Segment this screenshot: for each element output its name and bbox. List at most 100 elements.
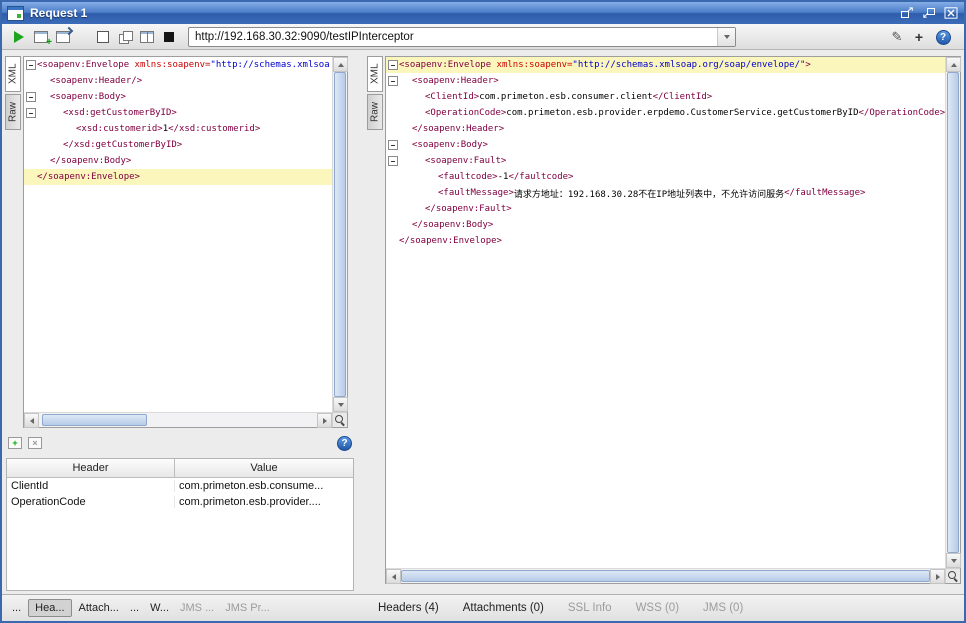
inspector-tab-hea[interactable]: Hea... — [28, 599, 71, 617]
header-row[interactable]: ClientIdcom.primeton.esb.consume... — [7, 478, 353, 494]
fold-toggle-icon[interactable] — [26, 60, 36, 70]
xml-line[interactable]: </soapenv:Body> — [386, 217, 945, 233]
request-xml-content[interactable]: <soapenv:Envelope xmlns:soapenv="http://… — [24, 57, 332, 412]
request-icon-bar — [8, 7, 23, 10]
zoom-editor-button[interactable] — [945, 568, 960, 583]
response-horizontal-scrollbar[interactable] — [386, 568, 945, 583]
response-xml-content[interactable]: <soapenv:Envelope xmlns:soapenv="http://… — [386, 57, 945, 568]
help-button[interactable]: ? — [934, 28, 952, 46]
title-buttons — [899, 6, 959, 20]
inspector-tab-w[interactable]: W... — [146, 600, 173, 616]
response-vertical-scrollbar[interactable] — [945, 57, 960, 568]
fold-toggle-icon[interactable] — [388, 156, 398, 166]
tab-request-xml[interactable]: XML — [5, 56, 21, 92]
xml-line[interactable]: </soapenv:Header> — [386, 121, 945, 137]
scrollbar-thumb[interactable] — [334, 72, 346, 397]
fold-toggle-icon[interactable] — [388, 140, 398, 150]
xml-line[interactable]: </soapenv:Fault> — [386, 201, 945, 217]
chevron-down-icon[interactable] — [717, 28, 735, 46]
fold-toggle-icon[interactable] — [388, 76, 398, 86]
tab-request-raw[interactable]: Raw — [5, 94, 21, 130]
panel-splitter[interactable] — [358, 50, 366, 594]
request-xml-editor[interactable]: <soapenv:Envelope xmlns:soapenv="http://… — [23, 56, 348, 428]
request-window: Request 1 http://192.168.30.32:9090/test… — [0, 0, 966, 623]
maximize-icon — [922, 7, 936, 19]
fold-toggle-icon[interactable] — [26, 108, 36, 118]
remove-header-button[interactable]: × — [28, 437, 42, 449]
submit-button[interactable] — [10, 28, 28, 46]
xml-line[interactable]: <faultcode>-1</faultcode> — [386, 169, 945, 185]
column-header[interactable]: Value — [175, 459, 353, 477]
add-endpoint-button[interactable]: + — [910, 28, 928, 46]
scrollbar-thumb[interactable] — [947, 72, 959, 553]
inspector-tab-more[interactable]: ... — [126, 600, 143, 616]
inspector-tab-attachments-0[interactable]: Attachments (0) — [459, 600, 548, 616]
header-row[interactable]: OperationCodecom.primeton.esb.provider..… — [7, 494, 353, 510]
maximize-button[interactable] — [921, 6, 937, 20]
fold-gutter — [24, 92, 37, 102]
create-empty-button[interactable] — [94, 28, 112, 46]
clone-request-button[interactable] — [54, 28, 72, 46]
edit-endpoint-button[interactable]: ✎ — [888, 28, 906, 46]
split-window-icon — [140, 31, 154, 43]
xml-line[interactable]: </soapenv:Envelope> — [386, 233, 945, 249]
xml-line[interactable]: <OperationCode>com.primeton.esb.provider… — [386, 105, 945, 121]
help-button[interactable]: ? — [337, 436, 352, 451]
xml-line[interactable]: <faultMessage>请求方地址：192.168.30.28不在IP地址列… — [386, 185, 945, 201]
response-xml-editor[interactable]: <soapenv:Envelope xmlns:soapenv="http://… — [385, 56, 961, 584]
scroll-right-button[interactable] — [930, 569, 945, 584]
scroll-up-button[interactable] — [946, 57, 961, 72]
xml-line[interactable]: <soapenv:Fault> — [386, 153, 945, 169]
xml-line[interactable]: <soapenv:Body> — [386, 137, 945, 153]
scroll-up-button[interactable] — [333, 57, 348, 72]
fold-gutter — [386, 140, 399, 150]
inspector-tab-headers-4[interactable]: Headers (4) — [374, 600, 443, 616]
header-name-cell[interactable]: ClientId — [7, 480, 175, 492]
header-name-cell[interactable]: OperationCode — [7, 496, 175, 508]
fold-gutter — [24, 60, 37, 70]
title-bar[interactable]: Request 1 — [2, 2, 964, 24]
xml-token-tag: <soapenv:Envelope — [399, 60, 497, 70]
xml-line[interactable]: <soapenv:Header/> — [24, 73, 332, 89]
fold-toggle-icon[interactable] — [26, 92, 36, 102]
up-triangle-icon — [338, 63, 344, 67]
xml-line[interactable]: </xsd:getCustomerByID> — [24, 137, 332, 153]
add-to-testcase-button[interactable] — [32, 28, 50, 46]
undock-button[interactable] — [899, 6, 915, 20]
split-window-button[interactable] — [138, 28, 156, 46]
column-header[interactable]: Header — [7, 459, 175, 477]
scroll-left-button[interactable] — [24, 413, 39, 428]
scrollbar-thumb[interactable] — [401, 570, 930, 582]
xml-line[interactable]: <xsd:customerid>1</xsd:customerid> — [24, 121, 332, 137]
xml-line[interactable]: <soapenv:Header> — [386, 73, 945, 89]
fold-gutter — [386, 60, 399, 70]
fold-gutter — [386, 156, 399, 166]
header-value-cell[interactable]: com.primeton.esb.provider.... — [175, 496, 353, 508]
xml-line[interactable]: <soapenv:Envelope xmlns:soapenv="http://… — [24, 57, 332, 73]
tab-response-xml[interactable]: XML — [367, 56, 383, 92]
cancel-request-button[interactable] — [160, 28, 178, 46]
request-vertical-scrollbar[interactable] — [332, 57, 347, 412]
scroll-down-button[interactable] — [333, 397, 348, 412]
add-header-button[interactable]: + — [8, 437, 22, 449]
scroll-down-button[interactable] — [946, 553, 961, 568]
request-horizontal-scrollbar[interactable] — [24, 412, 332, 427]
zoom-editor-button[interactable] — [332, 412, 347, 427]
xml-line[interactable]: </soapenv:Envelope> — [24, 169, 332, 185]
tab-response-raw[interactable]: Raw — [367, 94, 383, 130]
close-button[interactable] — [943, 6, 959, 20]
scroll-right-button[interactable] — [317, 413, 332, 428]
header-value-cell[interactable]: com.primeton.esb.consume... — [175, 480, 353, 492]
scrollbar-thumb[interactable] — [42, 414, 147, 426]
copy-button[interactable] — [116, 28, 134, 46]
xml-line[interactable]: <xsd:getCustomerByID> — [24, 105, 332, 121]
xml-line[interactable]: </soapenv:Body> — [24, 153, 332, 169]
fold-toggle-icon[interactable] — [388, 60, 398, 70]
xml-line[interactable]: <soapenv:Body> — [24, 89, 332, 105]
inspector-tab-attach[interactable]: Attach... — [75, 600, 123, 616]
xml-line[interactable]: <soapenv:Envelope xmlns:soapenv="http://… — [386, 57, 945, 73]
xml-line[interactable]: <ClientId>com.primeton.esb.consumer.clie… — [386, 89, 945, 105]
inspector-tab-more[interactable]: ... — [8, 600, 25, 616]
endpoint-combobox[interactable]: http://192.168.30.32:9090/testIPIntercep… — [188, 27, 736, 47]
scroll-left-button[interactable] — [386, 569, 401, 584]
